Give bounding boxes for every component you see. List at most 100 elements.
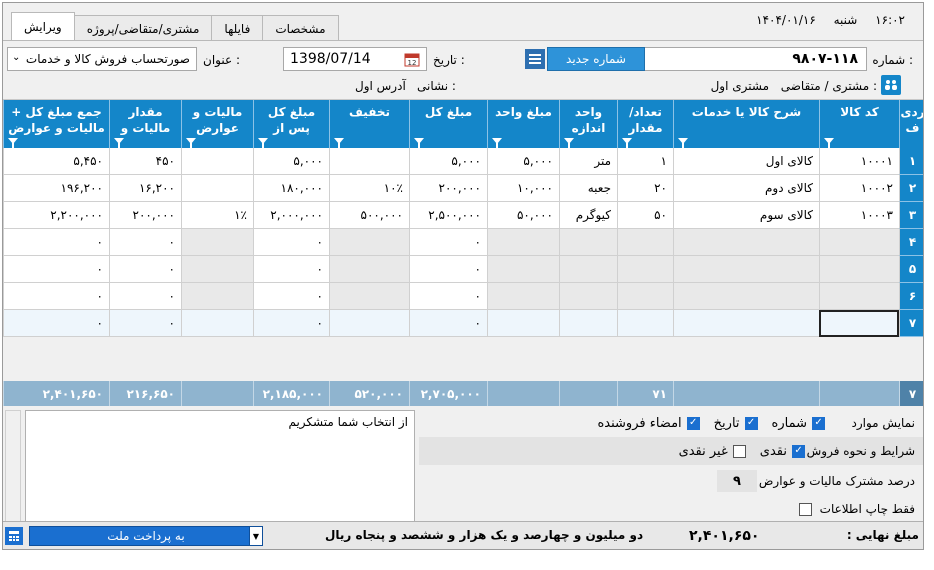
title-select[interactable]: ⌄ صورتحساب فروش کالا و خدمات	[7, 47, 197, 71]
cell-grand[interactable]: ۰	[3, 229, 109, 256]
cell-total[interactable]: ۲,۵۰۰,۰۰۰	[409, 202, 487, 229]
cell-desc[interactable]	[673, 229, 819, 256]
cell-tax[interactable]: ۰	[109, 256, 181, 283]
column-header-price[interactable]: مبلغ واحد	[487, 100, 559, 149]
cell-code[interactable]	[819, 310, 899, 337]
print-info-checkbox[interactable]	[798, 502, 812, 516]
filter-icon[interactable]	[334, 138, 344, 149]
cash-checkbox[interactable]: ✓	[792, 444, 805, 458]
new-number-button[interactable]: شماره جدید	[547, 47, 645, 71]
cell-taxp[interactable]	[181, 175, 253, 202]
filter-icon[interactable]	[114, 138, 124, 149]
tab-specs[interactable]: مشخصات	[262, 15, 339, 41]
cell-total[interactable]: ۰	[409, 283, 487, 310]
filter-icon[interactable]	[186, 138, 196, 149]
calendar-icon[interactable]: 12	[402, 49, 422, 69]
cell-grand[interactable]: ۲,۲۰۰,۰۰۰	[3, 202, 109, 229]
cell-unit[interactable]: متر	[559, 148, 617, 175]
column-header-qty[interactable]: تعداد/ مقدار	[617, 100, 673, 149]
chevron-down-icon[interactable]: ▼	[249, 526, 263, 546]
column-header-grand[interactable]: جمع مبلغ کل + مالیات و عوارض	[3, 100, 109, 149]
cell-tax[interactable]: ۰	[109, 229, 181, 256]
calculator-icon[interactable]	[5, 527, 23, 545]
cell-total[interactable]: ۰	[409, 229, 487, 256]
payment-method-select[interactable]: به پرداخت ملت	[29, 526, 263, 546]
cell-code[interactable]	[819, 283, 899, 310]
customer-icon[interactable]	[881, 75, 901, 95]
cell-disc[interactable]	[329, 310, 409, 337]
column-header-disc[interactable]: تخفیف	[329, 100, 409, 149]
cell-net[interactable]: ۱۸۰,۰۰۰	[253, 175, 329, 202]
show-date-checkbox[interactable]: ✓	[744, 416, 758, 430]
cell-net[interactable]: ۰	[253, 229, 329, 256]
cell-price[interactable]	[487, 310, 559, 337]
cell-desc[interactable]	[673, 310, 819, 337]
cell-disc[interactable]	[329, 229, 409, 256]
cell-tax[interactable]: ۰	[109, 310, 181, 337]
tab-customer-project[interactable]: مشتری/متقاضی/پروژه	[73, 15, 213, 41]
date-field[interactable]: 1398/07/14 12	[283, 47, 427, 71]
filter-icon[interactable]	[678, 138, 688, 149]
cell-taxp[interactable]	[181, 229, 253, 256]
cell-tax[interactable]: ۰	[109, 283, 181, 310]
cell-grand[interactable]: ۱۹۶,۲۰۰	[3, 175, 109, 202]
cell-desc[interactable]: کالای اول	[673, 148, 819, 175]
column-header-tax[interactable]: مقدار مالیات و	[109, 100, 181, 149]
cell-desc[interactable]	[673, 256, 819, 283]
cell-total[interactable]: ۰	[409, 310, 487, 337]
cell-price[interactable]	[487, 283, 559, 310]
column-header-unit[interactable]: واحد اندازه	[559, 100, 617, 149]
cell-taxp[interactable]	[181, 283, 253, 310]
cell-qty[interactable]	[617, 283, 673, 310]
filter-icon[interactable]	[824, 138, 834, 149]
show-signature-checkbox[interactable]: ✓	[686, 416, 700, 430]
cell-disc[interactable]	[329, 148, 409, 175]
column-header-code[interactable]: کد کالا	[819, 100, 899, 149]
filter-icon[interactable]	[622, 138, 632, 149]
cell-grand[interactable]: ۵,۴۵۰	[3, 148, 109, 175]
cell-disc[interactable]: ۵۰۰,۰۰۰	[329, 202, 409, 229]
cell-tax[interactable]: ۲۰۰,۰۰۰	[109, 202, 181, 229]
tax-percent-input[interactable]: ۹	[717, 470, 757, 492]
cell-net[interactable]: ۰	[253, 256, 329, 283]
cell-qty[interactable]	[617, 256, 673, 283]
cell-unit[interactable]: کیوگرم	[559, 202, 617, 229]
cell-unit[interactable]	[559, 283, 617, 310]
tab-files[interactable]: فایلها	[211, 15, 264, 41]
list-icon[interactable]	[525, 49, 545, 69]
cell-taxp[interactable]	[181, 256, 253, 283]
cell-total[interactable]: ۲۰۰,۰۰۰	[409, 175, 487, 202]
cell-code[interactable]	[819, 256, 899, 283]
cell-disc[interactable]: ۱۰٪	[329, 175, 409, 202]
table-row[interactable]: ۳ ۱۰۰۰۳ کالای سوم ۵۰ کیوگرم ۵۰,۰۰۰ ۲,۵۰۰,۰۰۰ ۵۰…	[3, 202, 923, 229]
notes-scrollbar[interactable]	[5, 410, 21, 522]
column-header-rn[interactable]: ردی ف	[899, 100, 923, 148]
filter-icon[interactable]	[8, 138, 18, 149]
cell-qty[interactable]	[617, 229, 673, 256]
column-header-desc[interactable]: شرح کالا یا خدمات	[673, 100, 819, 149]
table-row[interactable]: ۴۰۰۰۰	[3, 229, 923, 256]
cell-code[interactable]: ۱۰۰۰۳	[819, 202, 899, 229]
cell-code[interactable]	[819, 229, 899, 256]
notes-textarea[interactable]: از انتخاب شما متشکریم	[25, 410, 415, 522]
cell-price[interactable]	[487, 256, 559, 283]
cell-qty[interactable]: ۵۰	[617, 202, 673, 229]
cell-grand[interactable]: ۰	[3, 256, 109, 283]
table-row[interactable]: ۱ ۱۰۰۰۱ کالای اول ۱ متر ۵,۰۰۰ ۵,۰۰۰ ۵,۰۰۰ ۴۵۰ ۵,۴…	[3, 148, 923, 175]
cell-tax[interactable]: ۴۵۰	[109, 148, 181, 175]
cell-unit[interactable]	[559, 256, 617, 283]
cell-desc[interactable]: کالای سوم	[673, 202, 819, 229]
cell-net[interactable]: ۰	[253, 283, 329, 310]
customer-value[interactable]: مشتری اول	[711, 79, 769, 93]
filter-icon[interactable]	[414, 138, 424, 149]
cell-net[interactable]: ۲,۰۰۰,۰۰۰	[253, 202, 329, 229]
cell-grand[interactable]: ۰	[3, 310, 109, 337]
chevron-down-icon[interactable]: ⌄	[12, 52, 20, 63]
cell-total[interactable]: ۰	[409, 256, 487, 283]
cell-grand[interactable]: ۰	[3, 283, 109, 310]
tab-edit[interactable]: ویرایش	[11, 12, 75, 41]
cell-qty[interactable]: ۲۰	[617, 175, 673, 202]
column-header-taxp[interactable]: مالیات و عوارض	[181, 100, 253, 149]
cell-total[interactable]: ۵,۰۰۰	[409, 148, 487, 175]
cell-unit[interactable]	[559, 310, 617, 337]
